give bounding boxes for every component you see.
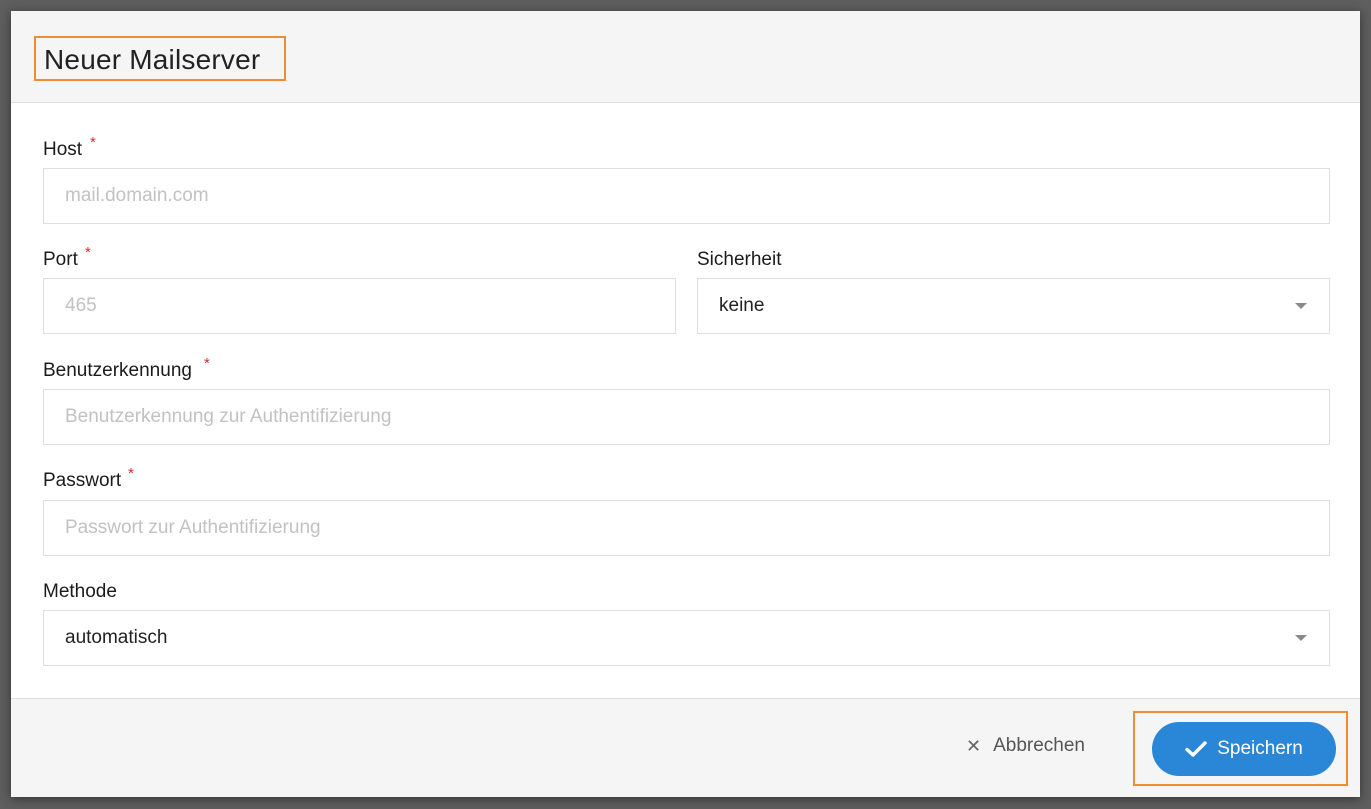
save-button[interactable]: Speichern xyxy=(1152,722,1336,776)
port-label: Port xyxy=(43,249,78,270)
mailserver-dialog: Neuer Mailserver Host * Port * Sicherhei… xyxy=(11,11,1360,797)
username-label: Benutzerkennung xyxy=(43,360,192,381)
password-label: Passwort xyxy=(43,470,122,491)
method-selected-value: automatisch xyxy=(65,627,168,648)
username-input[interactable] xyxy=(43,389,1330,445)
cancel-label: Abbrechen xyxy=(993,735,1085,756)
dialog-footer: ✕ Abbrechen Speichern xyxy=(11,698,1360,797)
host-required-mark: * xyxy=(90,134,96,151)
save-label: Speichern xyxy=(1217,738,1303,759)
password-required-mark: * xyxy=(128,465,134,482)
port-input[interactable] xyxy=(43,278,676,334)
port-required-mark: * xyxy=(85,244,91,261)
host-label: Host xyxy=(43,139,83,160)
caret-down-icon xyxy=(1295,635,1307,641)
password-input[interactable] xyxy=(43,500,1330,556)
security-selected-value: keine xyxy=(719,295,765,316)
host-input[interactable] xyxy=(43,168,1330,224)
caret-down-icon xyxy=(1295,303,1307,309)
save-highlight: Speichern xyxy=(1133,711,1348,786)
method-select[interactable]: automatisch xyxy=(43,610,1330,666)
security-label: Sicherheit xyxy=(697,249,782,270)
close-icon: ✕ xyxy=(966,736,982,756)
dialog-title: Neuer Mailserver xyxy=(44,44,261,75)
security-select[interactable]: keine xyxy=(697,278,1330,334)
method-label: Methode xyxy=(43,581,117,602)
title-highlight: Neuer Mailserver xyxy=(34,36,286,81)
check-icon xyxy=(1185,741,1207,757)
dialog-header: Neuer Mailserver xyxy=(11,11,1360,103)
username-required-mark: * xyxy=(204,355,210,372)
cancel-button[interactable]: ✕ Abbrechen xyxy=(966,735,1085,757)
